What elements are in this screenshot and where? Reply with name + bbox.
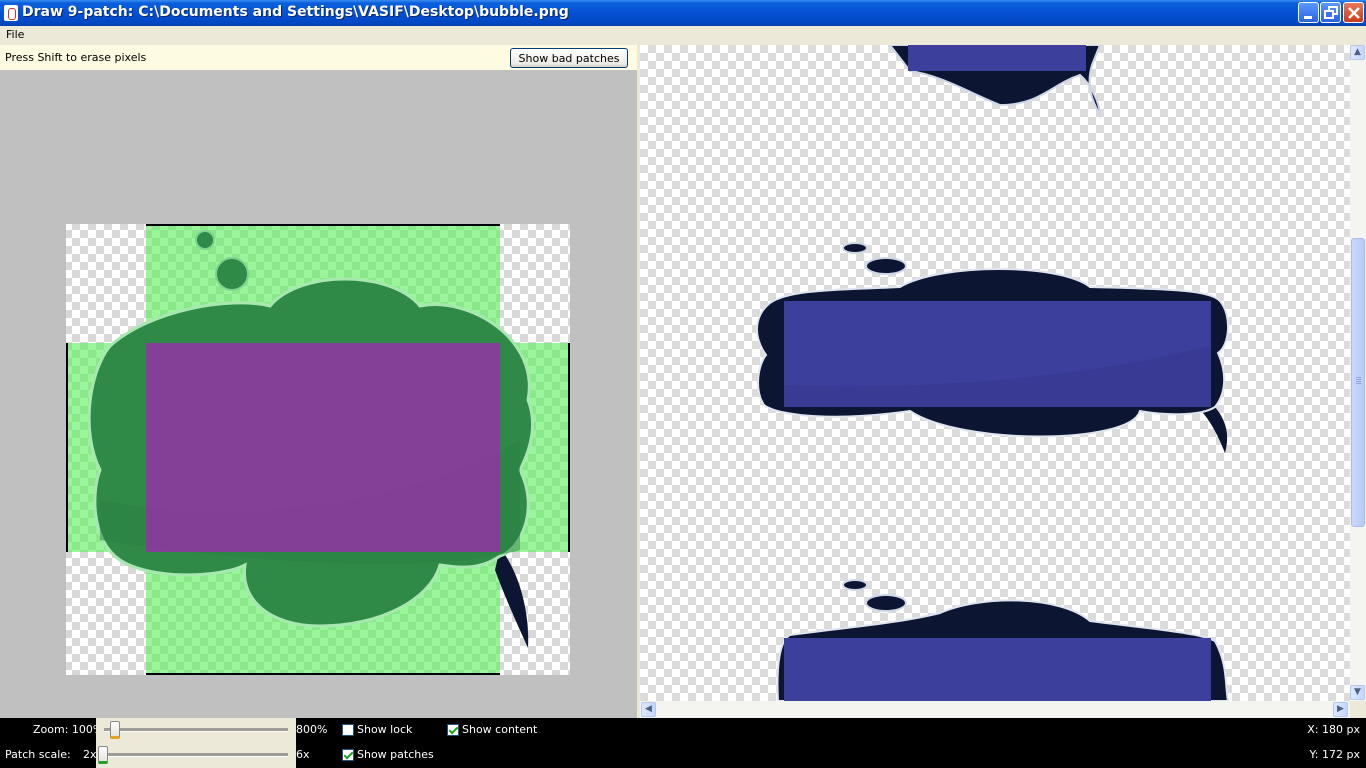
zoom-slider[interactable] xyxy=(96,718,296,743)
scroll-corner xyxy=(1350,701,1366,718)
close-button[interactable] xyxy=(1343,2,1364,23)
patch-editor-pane[interactable]: Press Shift to erase pixels Show bad pat… xyxy=(0,45,637,718)
menu-file[interactable]: File xyxy=(6,28,24,41)
preview-pane[interactable] xyxy=(640,45,1350,701)
scroll-down-button[interactable]: ▼ xyxy=(1350,685,1365,700)
show-patches-label: Show patches xyxy=(357,748,434,761)
zoom-label: Zoom: 100% xyxy=(33,723,104,736)
arrow-up-icon: ▲ xyxy=(1354,47,1361,57)
show-content-label: Show content xyxy=(462,723,538,736)
show-content-checkbox[interactable] xyxy=(447,724,459,736)
vertical-scrollbar[interactable]: ▲ ▼ xyxy=(1350,45,1366,701)
arrow-down-icon: ▼ xyxy=(1354,687,1361,697)
menu-bar: File xyxy=(0,26,1366,45)
minimize-button[interactable] xyxy=(1298,2,1319,23)
vertical-scroll-thumb[interactable] xyxy=(1351,238,1365,527)
patch-scale-slider-thumb[interactable] xyxy=(98,746,108,764)
zoom-slider-thumb[interactable] xyxy=(110,721,120,739)
stretched-previews xyxy=(756,45,1230,701)
arrow-left-icon: ◀ xyxy=(645,704,652,714)
scroll-up-button[interactable]: ▲ xyxy=(1350,45,1365,60)
scroll-left-button[interactable]: ◀ xyxy=(641,702,656,717)
preview-bubble-middle xyxy=(756,242,1229,453)
preview-bubble-top xyxy=(888,45,1102,119)
show-lock-label: Show lock xyxy=(357,723,413,736)
y-coordinate: Y: 172 px xyxy=(1309,748,1360,761)
status-bar: Zoom: 100% 800% Patch scale: 2x 6x Show … xyxy=(0,718,1366,768)
x-coordinate: X: 180 px xyxy=(1307,723,1360,736)
hint-bar: Press Shift to erase pixels Show bad pat… xyxy=(0,45,637,70)
patch-scale-slider[interactable] xyxy=(96,743,296,768)
restore-icon xyxy=(1324,6,1338,19)
show-lock-checkbox[interactable] xyxy=(342,724,354,736)
close-icon xyxy=(1348,7,1360,19)
patch-scale-max-label: 6x xyxy=(296,748,310,761)
show-patches-checkbox[interactable] xyxy=(342,749,354,761)
zoom-slider-track xyxy=(104,728,288,732)
window-title: Draw 9-patch: C:\Documents and Settings\… xyxy=(22,4,569,20)
content-area xyxy=(146,343,500,552)
arrow-right-icon: ▶ xyxy=(1337,704,1344,714)
scroll-right-button[interactable]: ▶ xyxy=(1333,702,1348,717)
zoom-max-label: 800% xyxy=(296,723,328,736)
preview-bubble-bottom xyxy=(776,579,1230,701)
title-bar[interactable]: Draw 9-patch: C:\Documents and Settings\… xyxy=(0,0,1366,26)
patch-scale-label: Patch scale: xyxy=(5,748,71,761)
restore-button[interactable] xyxy=(1320,2,1341,23)
java-cup-icon xyxy=(4,5,18,21)
minimize-icon xyxy=(1304,16,1312,19)
patch-scale-min-label: 2x xyxy=(83,748,97,761)
horizontal-scrollbar[interactable]: ◀ ▶ xyxy=(640,701,1350,718)
patch-scale-slider-track xyxy=(100,753,288,757)
hint-text: Press Shift to erase pixels xyxy=(5,51,147,64)
patch-canvas[interactable] xyxy=(0,70,637,718)
show-bad-patches-button[interactable]: Show bad patches xyxy=(510,48,628,68)
